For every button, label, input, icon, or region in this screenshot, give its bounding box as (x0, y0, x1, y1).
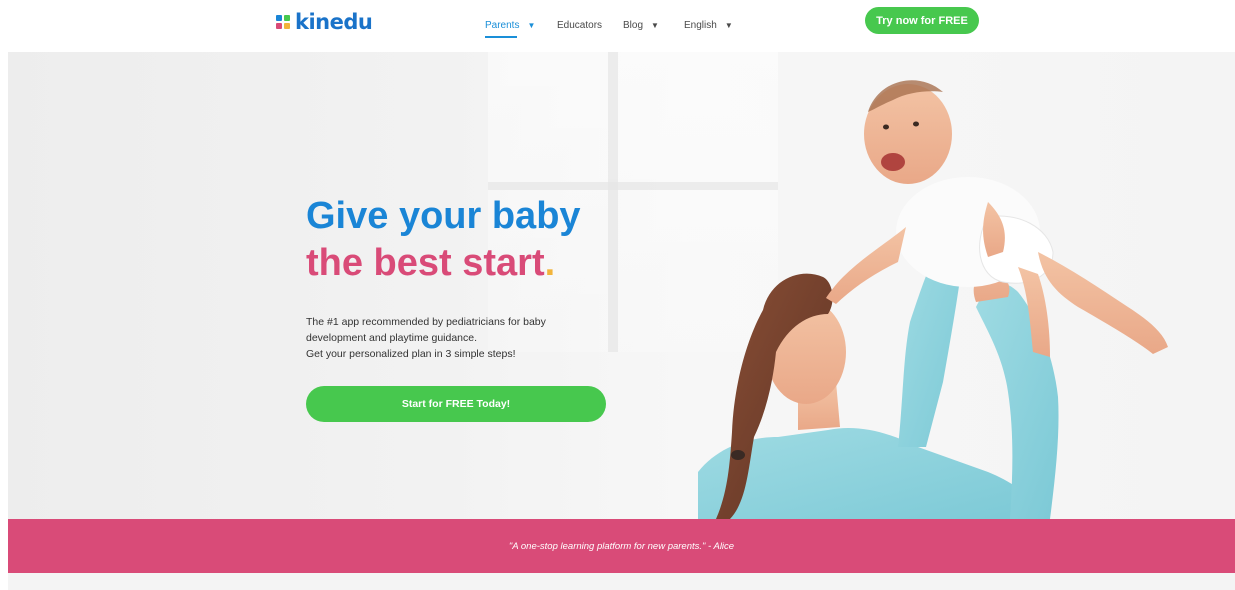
headline-line-1: Give your baby (306, 195, 581, 237)
headline-line-2-text: the best start (306, 242, 545, 284)
baby-leg (1038, 252, 1168, 354)
top-navigation-bar: kinedu Parents ▼ Educators Blog ▼ Englis… (0, 0, 1235, 52)
hero-description-line: Get your personalized plan in 3 simple s… (306, 348, 516, 360)
hair-tie (731, 450, 745, 460)
headline-accent-dot: . (544, 242, 556, 284)
nav-item-educators-label: Educators (557, 19, 603, 31)
nav-item-language-label: English (684, 19, 717, 31)
nav-item-parents-label: Parents (485, 19, 520, 31)
baby-mouth (881, 153, 905, 171)
nav-item-blog-label: Blog (623, 19, 644, 31)
caret-down-icon: ▼ (527, 20, 536, 30)
nav-item-language[interactable]: English ▼ (684, 10, 733, 40)
hero-headline: Give your baby the best start. (306, 193, 581, 287)
caret-down-icon: ▼ (651, 20, 659, 30)
mother-and-baby-image (698, 80, 1168, 519)
baby-eye (913, 121, 919, 127)
active-nav-indicator (485, 36, 517, 38)
start-free-button[interactable]: Start for FREE Today! (306, 386, 606, 422)
hero-section: Give your baby the best start. The #1 ap… (8, 52, 1235, 519)
testimonial-quote: "A one-stop learning platform for new pa… (508, 540, 735, 552)
hero-description-line: The #1 app recommended by pediatricians … (306, 316, 546, 328)
caret-down-icon: ▼ (724, 20, 733, 30)
headline-line-2: the best start. (306, 240, 581, 287)
testimonial-band: "A one-stop learning platform for new pa… (8, 519, 1235, 573)
hero-description: The #1 app recommended by pediatricians … (306, 314, 606, 362)
window-frame (608, 52, 618, 352)
baby-eye (883, 124, 889, 130)
hero-description-line: development and playtime guidance. (306, 332, 478, 344)
main-nav: Parents ▼ Educators Blog ▼ English ▼ (0, 10, 1235, 40)
try-free-button[interactable]: Try now for FREE (865, 7, 979, 34)
section-divider (8, 573, 1235, 590)
nav-item-educators[interactable]: Educators (557, 10, 602, 40)
baby-left-arm (826, 227, 906, 304)
nav-item-blog[interactable]: Blog ▼ (623, 10, 659, 40)
